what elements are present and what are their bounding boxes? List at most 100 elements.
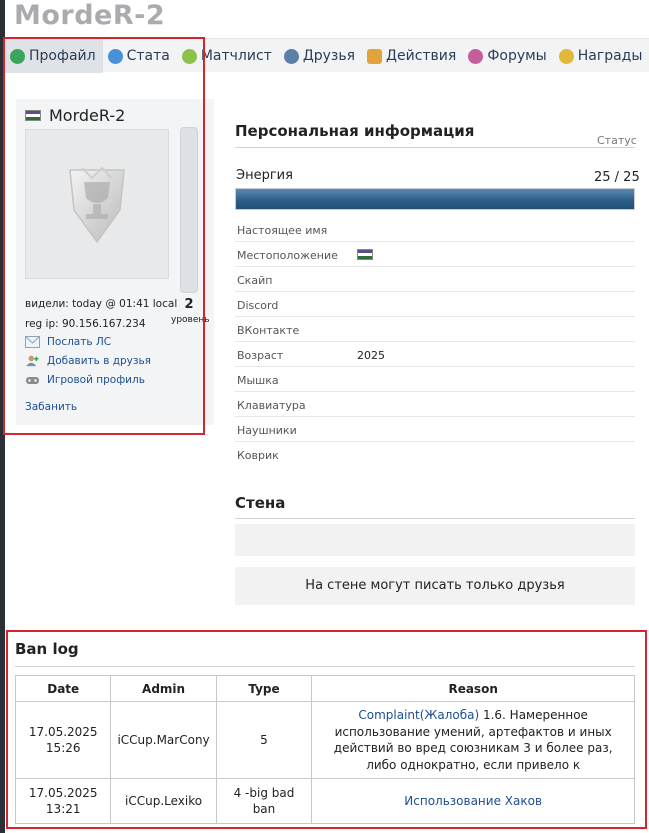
envelope-icon [25, 336, 40, 348]
ban-admin: iCCup.MarCony [110, 701, 217, 779]
divider [235, 147, 635, 148]
divider [15, 666, 635, 667]
ban-date-text: 17.05.2025 15:26 [28, 724, 98, 756]
add-friend-link[interactable]: Добавить в друзья [25, 355, 151, 367]
level-progress-bar [180, 127, 198, 293]
ban-date: 17.05.2025 15:26 [14, 701, 112, 779]
tab-actions[interactable]: Действия [362, 39, 463, 73]
info-row-mousepad: Коврик [235, 442, 635, 467]
info-key: Клавиатура [237, 399, 306, 412]
info-value: 2025 [357, 349, 385, 362]
profile-name-row: MordeR-2 [25, 106, 125, 125]
flag-icon [357, 249, 373, 260]
column-header-date: Date [14, 675, 112, 702]
actions-icon [367, 48, 383, 64]
left-edge-strip [0, 0, 5, 833]
level-number: 2 [184, 297, 194, 312]
table-row: 17.05.2025 15:26 iCCup.MarCony 5 Complai… [14, 701, 635, 779]
tab-awards[interactable]: Награды [554, 39, 649, 73]
personal-info-title: Персональная информация [235, 122, 475, 140]
info-row-discord: Discord [235, 292, 635, 317]
add-friend-label: Добавить в друзья [47, 355, 151, 367]
flag-icon [25, 110, 41, 121]
stats-icon [107, 48, 123, 64]
friends-icon [283, 48, 299, 64]
game-profile-label: Игровой профиль [47, 374, 145, 386]
info-row-vk: ВКонтакте [235, 317, 635, 342]
info-key: Коврик [237, 449, 279, 462]
tab-forums[interactable]: Форумы [463, 39, 553, 73]
forums-icon [468, 48, 484, 64]
ban-date-text: 17.05.2025 13:21 [28, 785, 98, 817]
tab-matchlist[interactable]: Матчлист [177, 39, 279, 73]
info-key: Наушники [237, 424, 297, 437]
ban-reason: Использование Хаков [311, 778, 635, 824]
profile-card: MordeR-2 2 уровень видели: today @ 01:41… [16, 99, 214, 425]
reg-ip: reg ip: 90.156.167.234 [25, 318, 146, 330]
divider [235, 518, 635, 519]
energy-label: Энергия [236, 168, 293, 183]
info-row-age: Возраст 2025 [235, 342, 635, 367]
reason-link[interactable]: Использование Хаков [404, 794, 542, 808]
column-header-reason: Reason [311, 675, 635, 702]
tab-label: Действия [386, 48, 457, 64]
table-header-row: Date Admin Type Reason [14, 675, 635, 702]
shield-trophy-icon [69, 166, 125, 244]
send-message-label: Послать ЛС [47, 336, 112, 348]
ban-date: 17.05.2025 13:21 [14, 778, 112, 824]
reason-link[interactable]: Complaint(Жалоба) [358, 708, 479, 722]
profile-tabs: Профайл Стата Матчлист Друзья Действия Ф… [5, 38, 649, 73]
info-key: Возраст [237, 349, 284, 362]
info-key: Мышка [237, 374, 279, 387]
column-header-type: Type [215, 675, 313, 702]
avatar [25, 129, 169, 279]
info-key: Discord [237, 299, 279, 312]
column-header-admin: Admin [110, 675, 217, 702]
tab-label: Стата [126, 48, 170, 64]
table-row: 17.05.2025 13:21 iCCup.Lexiko 4 -big bad… [14, 778, 635, 824]
last-seen: видели: today @ 01:41 local [25, 298, 178, 310]
info-row-location: Местоположение [235, 242, 635, 267]
info-key: Скайп [237, 274, 273, 287]
info-key: Настоящее имя [237, 224, 328, 237]
send-message-link[interactable]: Послать ЛС [25, 336, 111, 348]
add-user-icon [26, 355, 39, 367]
info-row-keyboard: Клавиатура [235, 392, 635, 417]
banlog-table: Date Admin Type Reason 17.05.2025 15:26 … [14, 675, 635, 824]
info-key: ВКонтакте [237, 324, 300, 337]
tab-profile[interactable]: Профайл [5, 39, 103, 73]
ban-type: 5 [215, 701, 313, 779]
wall-input-area [235, 524, 635, 556]
energy-bar-fill [236, 189, 634, 209]
wall-title: Стена [235, 494, 286, 512]
page-title: MordeR-2 [14, 0, 166, 31]
ban-reason: Complaint(Жалоба) 1.6. Намеренное исполь… [311, 701, 635, 779]
profile-icon [10, 48, 25, 64]
status-label: Статус [597, 134, 637, 147]
game-profile-link[interactable]: Игровой профиль [25, 374, 145, 386]
info-key: Местоположение [237, 249, 338, 262]
energy-value: 25 / 25 [594, 170, 640, 185]
tab-label: Награды [577, 48, 643, 64]
gamepad-icon [26, 377, 39, 384]
tab-stats[interactable]: Стата [103, 39, 177, 73]
tab-friends[interactable]: Друзья [279, 39, 362, 73]
info-row-real-name: Настоящее имя [235, 217, 635, 242]
awards-icon [558, 48, 574, 64]
tab-label: Матчлист [200, 48, 272, 64]
ban-admin: iCCup.Lexiko [110, 778, 217, 824]
tab-label: Друзья [302, 48, 356, 64]
tab-label: Форумы [487, 48, 547, 64]
wall-notice: На стене могут писать только друзья [235, 567, 635, 605]
info-row-skype: Скайп [235, 267, 635, 292]
ban-type: 4 -big bad ban [215, 778, 313, 824]
tab-label: Профайл [29, 48, 96, 64]
ban-user-link[interactable]: Забанить [25, 401, 77, 413]
banlog-title: Ban log [15, 640, 79, 658]
location-flag [357, 249, 373, 263]
profile-name: MordeR-2 [49, 106, 126, 125]
info-row-headphones: Наушники [235, 417, 635, 442]
level-label: уровень [171, 315, 210, 325]
energy-bar [235, 188, 635, 210]
info-row-mouse: Мышка [235, 367, 635, 392]
